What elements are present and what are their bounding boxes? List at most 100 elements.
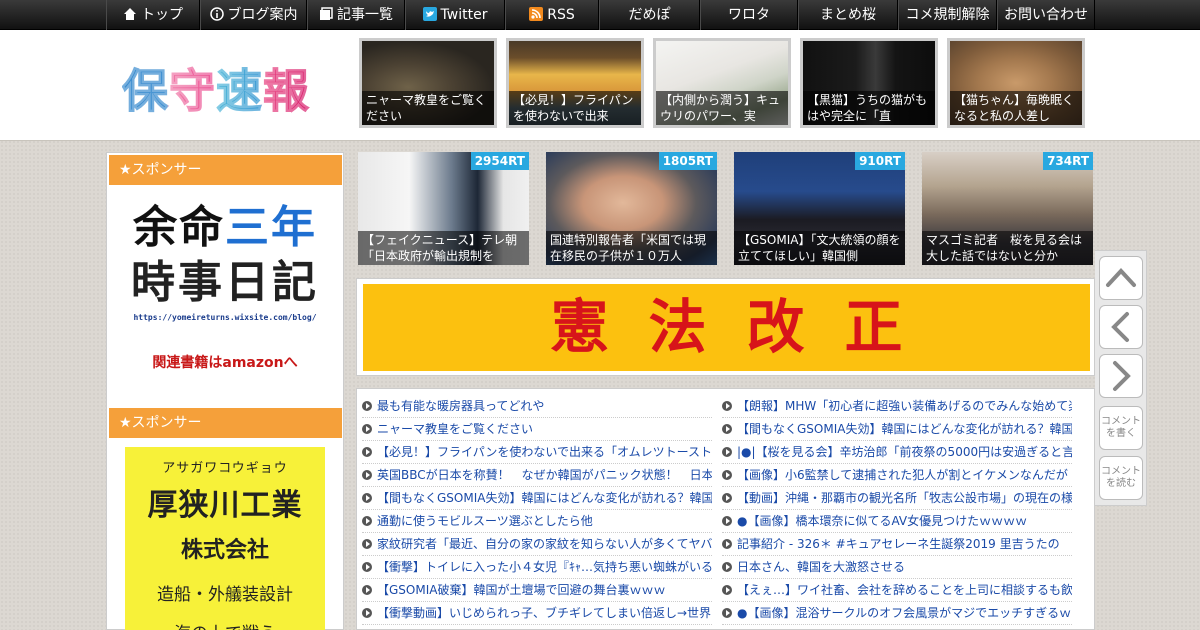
list-item-title: ●【画像】混浴サークルのオフ会風景がマジでエッチすぎるｗｗ bbox=[737, 606, 1072, 620]
list-item-title: 【画像】小6監禁して逮捕された犯人が割とイケメンなんだが bbox=[737, 468, 1068, 482]
sponsor-ad-yomei[interactable]: 余命三年 時事日記 https://yomeireturns.wixsite.c… bbox=[119, 201, 331, 381]
list-item[interactable]: |●|【桜を見る会】辛坊治郎「前夜祭の5000円は安過ぎると言っ bbox=[722, 441, 1072, 464]
chevron-up-icon bbox=[1106, 268, 1136, 287]
rt-item-1[interactable]: 2954RT 【フェイクニュース】テレ朝「日本政府が輸出規制を bbox=[358, 152, 529, 265]
rt-item-4[interactable]: 734RT マスゴミ記者 桜を見る会は大した話ではないと分か bbox=[922, 152, 1093, 265]
bullet-icon bbox=[722, 401, 732, 411]
logo-text: 保守速報 bbox=[122, 55, 310, 121]
bullet-icon bbox=[362, 562, 372, 572]
bullet-icon bbox=[722, 516, 732, 526]
nav-warota[interactable]: ワロタ bbox=[700, 0, 798, 30]
nav-matome-sakura[interactable]: まとめ桜 bbox=[798, 0, 898, 30]
list-item[interactable]: 通勤に使うモビルスーツ選ぶとしたら他 bbox=[362, 510, 712, 533]
rt-count-badge: 910RT bbox=[855, 152, 905, 170]
list-item[interactable]: 【間もなくGSOMIA失効】韓国にはどんな変化が訪れる？韓国 bbox=[362, 487, 712, 510]
banner-text: 憲法改正 bbox=[550, 293, 943, 361]
scroll-top-button[interactable] bbox=[1099, 256, 1143, 300]
nav-comment-unblock[interactable]: コメ規制解除 bbox=[898, 0, 997, 30]
bullet-icon bbox=[722, 585, 732, 595]
header-thumb-5[interactable]: 【猫ちゃん】毎晩眠くなると私の人差し bbox=[947, 38, 1085, 128]
list-item-title: ●【画像】橋本環奈に似てるAV女優見つけたｗｗｗｗ bbox=[737, 514, 1028, 528]
next-article-button[interactable] bbox=[1099, 354, 1143, 398]
sponsor-ad-asagawa[interactable]: アサガワコウギョウ 厚狭川工業 株式会社 造船・外艤装設計 海の上で戦う bbox=[125, 447, 325, 630]
nav-label: お問い合わせ bbox=[1004, 7, 1088, 23]
news-column-left: 最も有能な暖房器具ってどれや ニャーマ教皇をご覧ください 【必見！】フライパンを… bbox=[362, 395, 712, 625]
list-item[interactable]: 日本さん、韓国を大激怒させる bbox=[722, 556, 1072, 579]
list-item-title: 日本さん、韓国を大激怒させる bbox=[737, 560, 906, 574]
nav-damepo[interactable]: だめぽ bbox=[599, 0, 700, 30]
bullet-icon bbox=[722, 562, 732, 572]
bullet-icon bbox=[362, 470, 372, 480]
nav-label: 記事一覧 bbox=[337, 7, 393, 23]
write-comment-button[interactable]: コメントを書く bbox=[1099, 406, 1143, 450]
kenpo-banner[interactable]: 憲法改正 bbox=[356, 278, 1095, 376]
list-item-title: 最も有能な暖房器具ってどれや bbox=[377, 399, 545, 413]
list-item[interactable]: 【GSOMIA破棄】韓国が土壇場で回避の舞台裏ｗｗｗ bbox=[362, 579, 712, 602]
nav-rss[interactable]: RSS bbox=[505, 0, 599, 30]
nav-twitter[interactable]: Twitter bbox=[405, 0, 505, 30]
list-item-title: 【朗報】MHW「初心者に超強い装備あげるのでみんな始めて楽 bbox=[737, 399, 1072, 413]
site-header: 保守速報 ニャーマ教皇をご覧ください 【必見！】フライパンを使わないで出来 【内… bbox=[0, 30, 1200, 141]
list-item-title: 記事紹介 - 326＊ #キュアセレーネ生誕祭2019 里吉うたの bbox=[737, 537, 1060, 551]
ad-title-a: 余命 bbox=[133, 202, 225, 253]
rt-item-2[interactable]: 1805RT 国連特別報告者「米国では現在移民の子供が１０万人 bbox=[546, 152, 717, 265]
header-thumb-2[interactable]: 【必見！】フライパンを使わないで出来 bbox=[506, 38, 644, 128]
list-item[interactable]: 【朗報】MHW「初心者に超強い装備あげるのでみんな始めて楽 bbox=[722, 395, 1072, 418]
nav-contact[interactable]: お問い合わせ bbox=[997, 0, 1095, 30]
list-item[interactable]: 英国BBCが日本を称賛！ なぜか韓国がパニック状態！ 日本 bbox=[362, 464, 712, 487]
list-item[interactable]: 【動画】沖縄・那覇市の観光名所「牧志公設市場」の現在の様 bbox=[722, 487, 1072, 510]
list-item[interactable]: 【間もなくGSOMIA失効】韓国にはどんな変化が訪れる？韓国 bbox=[722, 418, 1072, 441]
bullet-icon bbox=[362, 401, 372, 411]
list-item-title: 【動画】沖縄・那覇市の観光名所「牧志公設市場」の現在の様 bbox=[737, 491, 1072, 505]
list-item[interactable]: 【画像】小6監禁して逮捕された犯人が割とイケメンなんだが bbox=[722, 464, 1072, 487]
info-icon bbox=[209, 7, 224, 21]
thumb-caption: 【黒猫】うちの猫がもはや完全に「直 bbox=[803, 91, 935, 125]
list-item[interactable]: 家紋研究者「最近、自分の家の家紋を知らない人が多くてヤバ bbox=[362, 533, 712, 556]
list-item[interactable]: ●【画像】混浴サークルのオフ会風景がマジでエッチすぎるｗｗ bbox=[722, 602, 1072, 625]
rt-count-badge: 734RT bbox=[1043, 152, 1093, 170]
nav-label: Twitter bbox=[440, 7, 488, 23]
bullet-icon bbox=[722, 539, 732, 549]
bullet-icon bbox=[722, 424, 732, 434]
list-item-title: 【衝撃動画】いじめられっ子、ブチギレてしまい倍返し→世界 bbox=[377, 606, 712, 620]
list-item[interactable]: 【必見！】フライパンを使わないで出来る「オムレツトースト bbox=[362, 441, 712, 464]
site-logo[interactable]: 保守速報 bbox=[122, 55, 310, 121]
sponsor-heading: ★スポンサー bbox=[109, 408, 342, 438]
rt-caption: 国連特別報告者「米国では現在移民の子供が１０万人 bbox=[546, 231, 717, 265]
nav-article-list[interactable]: 記事一覧 bbox=[307, 0, 405, 30]
list-item-title: ニャーマ教皇をご覧ください bbox=[377, 422, 534, 436]
nav-label: まとめ桜 bbox=[820, 7, 876, 23]
sponsor-heading: ★スポンサー bbox=[109, 155, 342, 185]
rt-caption: マスゴミ記者 桜を見る会は大した話ではないと分か bbox=[922, 231, 1093, 265]
header-thumb-1[interactable]: ニャーマ教皇をご覧ください bbox=[359, 38, 497, 128]
list-item[interactable]: ニャーマ教皇をご覧ください bbox=[362, 418, 712, 441]
list-item-title: 【間もなくGSOMIA失効】韓国にはどんな変化が訪れる？韓国 bbox=[737, 422, 1072, 436]
nav-label: ブログ案内 bbox=[227, 7, 298, 23]
nav-blog-info[interactable]: ブログ案内 bbox=[200, 0, 307, 30]
list-item-title: 【必見！】フライパンを使わないで出来る「オムレツトースト bbox=[377, 445, 712, 459]
list-item[interactable]: 記事紹介 - 326＊ #キュアセレーネ生誕祭2019 里吉うたの bbox=[722, 533, 1072, 556]
ad-title-line-1: 余命三年 bbox=[119, 201, 331, 255]
banner-inner: 憲法改正 bbox=[363, 284, 1090, 371]
list-item[interactable]: 最も有能な暖房器具ってどれや bbox=[362, 395, 712, 418]
header-thumb-3[interactable]: 【内側から潤う】キュウリのパワー、実 bbox=[653, 38, 791, 128]
list-item[interactable]: 【衝撃】トイレに入った小４女児『ｷｬ…気持ち悪い蜘蛛がいる bbox=[362, 556, 712, 579]
bullet-icon bbox=[362, 493, 372, 503]
nav-top[interactable]: トップ bbox=[106, 0, 200, 30]
rt-item-3[interactable]: 910RT 【GSOMIA】「文大統領の顔を立ててほしい」韓国側 bbox=[734, 152, 905, 265]
read-comment-button[interactable]: コメントを読む bbox=[1099, 456, 1143, 500]
thumb-caption: 【猫ちゃん】毎晩眠くなると私の人差し bbox=[950, 91, 1082, 125]
list-item[interactable]: ●【画像】橋本環奈に似てるAV女優見つけたｗｗｗｗ bbox=[722, 510, 1072, 533]
ad-amazon-link[interactable]: 関連書籍はamazonへ bbox=[119, 352, 331, 372]
floating-nav-rail: コメントを書く コメントを読む bbox=[1095, 250, 1147, 506]
ad-url: https://yomeireturns.wixsite.com/blog/ bbox=[133, 313, 317, 322]
list-item-title: 通勤に使うモビルスーツ選ぶとしたら他 bbox=[377, 514, 593, 528]
list-item[interactable]: 【衝撃動画】いじめられっ子、ブチギレてしまい倍返し→世界 bbox=[362, 602, 712, 625]
previous-article-button[interactable] bbox=[1099, 305, 1143, 349]
ad-tagline: 海の上で戦う bbox=[125, 619, 325, 630]
thumb-caption: ニャーマ教皇をご覧ください bbox=[362, 91, 494, 125]
list-item[interactable]: 【えぇ…】ワイ社畜、会社を辞めることを上司に相談するも飲 bbox=[722, 579, 1072, 602]
rss-icon bbox=[529, 7, 544, 21]
header-thumb-4[interactable]: 【黒猫】うちの猫がもはや完全に「直 bbox=[800, 38, 938, 128]
ad-corp-type: 株式会社 bbox=[180, 538, 269, 563]
